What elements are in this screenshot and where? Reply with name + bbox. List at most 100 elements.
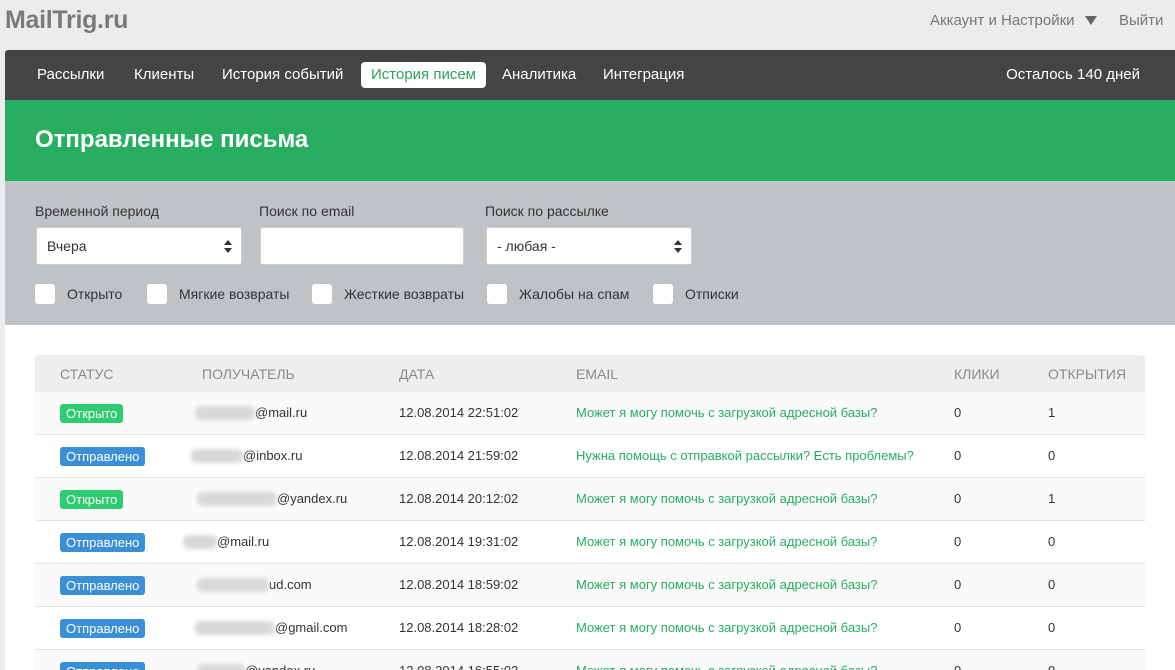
checkbox-soft-bounces[interactable]: Мягкие возвраты (147, 284, 289, 304)
checkbox-label: Мягкие возвраты (179, 286, 290, 302)
redacted-email-local-part (183, 535, 217, 549)
column-header-recipient[interactable]: Получатель (202, 366, 295, 382)
clicks-cell: 0 (954, 534, 962, 549)
period-select[interactable]: Вчера (36, 227, 242, 265)
period-label: Временной период (35, 203, 159, 219)
checkbox-hard-bounces[interactable]: Жесткие возвраты (312, 284, 464, 304)
opens-cell: 0 (1048, 663, 1055, 670)
checkbox-label: Жесткие возвраты (344, 286, 465, 302)
recipient-cell: @mail.ru (183, 534, 269, 549)
main-nav: Рассылки Клиенты История событий История… (5, 50, 1175, 100)
select-arrows-icon (224, 240, 232, 253)
email-subject-link[interactable]: Может я могу помочь с загрузкой адресной… (576, 620, 877, 635)
logout-link[interactable]: Выйти (1119, 12, 1163, 29)
redacted-email-local-part (191, 449, 243, 463)
emails-table: Статус Получатель Дата Email Клики Откры… (35, 355, 1145, 670)
checkbox-opened[interactable]: Открыто (35, 284, 122, 304)
column-header-status[interactable]: Статус (60, 366, 114, 382)
clicks-cell: 0 (954, 577, 962, 592)
recipient-domain: @gmail.com (275, 620, 348, 635)
table-row[interactable]: Открыто @mail.ru 12.08.2014 22:51:02 Может … (35, 392, 1145, 435)
redacted-email-local-part (197, 492, 277, 506)
opens-cell: 0 (1048, 577, 1056, 592)
clicks-cell: 0 (954, 491, 962, 506)
status-badge: Отправлено (60, 662, 146, 670)
table-row[interactable]: Отправлено @mail.ru 12.08.2014 19:31:02 Мож… (35, 521, 1145, 564)
email-subject-link[interactable]: Нужна помощь с отправкой рассылки? Есть … (576, 448, 914, 463)
account-settings-menu[interactable]: Аккаунт и Настройки (930, 12, 1097, 29)
redacted-email-local-part (197, 664, 245, 670)
checkbox-label: Жалобы на спам (519, 286, 630, 302)
email-search-input[interactable] (260, 227, 464, 265)
date-cell: 12.08.2014 21:59:02 (399, 448, 519, 463)
table-row[interactable]: Открыто @yandex.ru 12.08.2014 20:12:02 Може… (35, 478, 1145, 521)
checkbox-unsubscribes[interactable]: Отписки (653, 284, 739, 304)
select-arrows-icon (674, 240, 682, 253)
nav-item-event-history[interactable]: История событий (212, 62, 353, 88)
table-row[interactable]: Отправлено @inbox.ru 12.08.2014 21:59:02 Ну… (35, 435, 1145, 478)
column-header-clicks[interactable]: Клики (954, 366, 1000, 382)
app-logo[interactable]: MailTrig.ru (5, 6, 128, 35)
column-header-date[interactable]: Дата (399, 366, 434, 382)
recipient-cell: @inbox.ru (191, 448, 302, 463)
status-badge: Открыто (60, 404, 124, 423)
nav-item-clients[interactable]: Клиенты (124, 62, 204, 88)
days-left-indicator: Осталось 140 дней (1006, 66, 1140, 83)
recipient-domain: @yandex.ru (245, 663, 315, 670)
clicks-cell: 0 (954, 405, 962, 420)
recipient-domain: @yandex.ru (277, 491, 348, 506)
column-header-email[interactable]: Email (576, 366, 618, 382)
mailing-select-value: - любая - (497, 238, 556, 254)
redacted-email-local-part (197, 578, 269, 592)
table-header: Статус Получатель Дата Email Клики Откры… (35, 355, 1145, 392)
mailing-select[interactable]: - любая - (486, 227, 692, 265)
email-subject-link[interactable]: Может я могу помочь с загрузкой адресной… (576, 491, 877, 506)
opens-cell: 0 (1048, 620, 1056, 635)
recipient-cell: @yandex.ru (197, 491, 347, 506)
table-row[interactable]: Отправлено @yandex.ru 12.08.2014 16:55:02 М… (35, 650, 1145, 670)
checkbox-box[interactable] (487, 284, 507, 304)
recipient-cell: @yandex.ru (197, 663, 315, 670)
recipient-cell: @mail.ru (195, 405, 307, 420)
checkbox-label: Открыто (67, 286, 123, 302)
email-subject-link[interactable]: Может я могу помочь с загрузкой адресной… (576, 534, 877, 549)
mailing-search-label: Поиск по рассылке (485, 203, 609, 219)
checkbox-label: Отписки (685, 286, 739, 302)
checkbox-box[interactable] (35, 284, 55, 304)
table-body: Открыто @mail.ru 12.08.2014 22:51:02 Может … (35, 392, 1145, 670)
page-title: Отправленные письма (35, 126, 309, 153)
checkbox-box[interactable] (653, 284, 673, 304)
recipient-domain: @mail.ru (217, 534, 270, 549)
page-header: Отправленные письма (5, 100, 1175, 181)
opens-cell: 0 (1048, 448, 1056, 463)
status-badge: Отправлено (60, 447, 146, 466)
date-cell: 12.08.2014 20:12:02 (399, 491, 519, 506)
opens-cell: 0 (1048, 534, 1056, 549)
email-subject-link[interactable]: Может я могу помочь с загрузкой адресной… (576, 577, 877, 592)
email-subject-link[interactable]: Может я могу помочь с загрузкой адресной… (576, 663, 877, 670)
recipient-domain: ud.com (269, 577, 312, 592)
clicks-cell: 0 (954, 620, 962, 635)
date-cell: 12.08.2014 19:31:02 (399, 534, 519, 549)
checkbox-box[interactable] (312, 284, 332, 304)
table-row[interactable]: Отправлено ud.com 12.08.2014 18:59:02 Может… (35, 564, 1145, 607)
status-badge: Отправлено (60, 619, 146, 638)
nav-item-integration[interactable]: Интеграция (593, 62, 694, 88)
date-cell: 12.08.2014 16:55:02 (399, 663, 518, 670)
nav-item-analytics[interactable]: Аналитика (492, 62, 586, 88)
opens-cell: 1 (1048, 405, 1056, 420)
recipient-cell: ud.com (197, 577, 312, 592)
nav-item-mailings[interactable]: Рассылки (27, 62, 114, 88)
nav-item-email-history[interactable]: История писем (361, 62, 486, 88)
column-header-opens[interactable]: Открытия (1048, 366, 1126, 382)
checkbox-spam-complaints[interactable]: Жалобы на спам (487, 284, 629, 304)
recipient-domain: @mail.ru (255, 405, 308, 420)
recipient-domain: @inbox.ru (243, 448, 303, 463)
content-area: Статус Получатель Дата Email Клики Откры… (5, 325, 1175, 670)
email-subject-link[interactable]: Может я могу помочь с загрузкой адресной… (576, 405, 877, 420)
checkbox-box[interactable] (147, 284, 167, 304)
redacted-email-local-part (195, 621, 275, 635)
table-row[interactable]: Отправлено @gmail.com 12.08.2014 18:28:02 М… (35, 607, 1145, 650)
clicks-cell: 0 (954, 663, 961, 670)
clicks-cell: 0 (954, 448, 962, 463)
